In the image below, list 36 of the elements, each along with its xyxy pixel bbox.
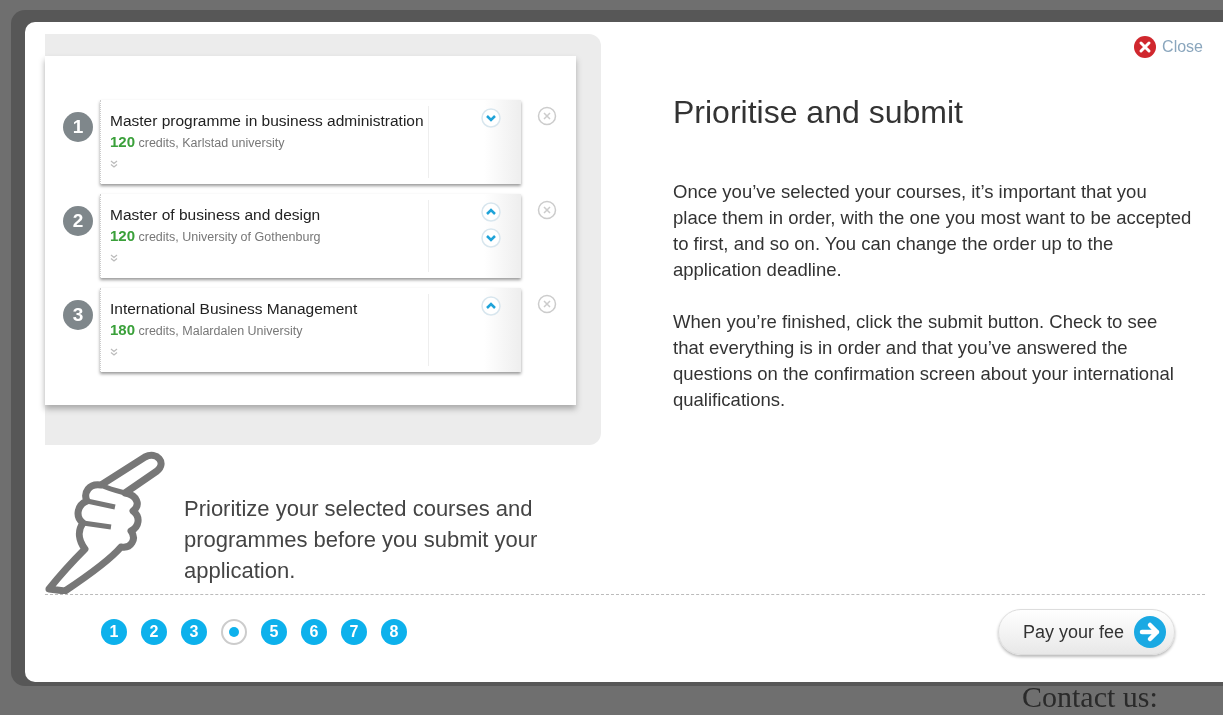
- course-credits: 120 credits, Karlstad university: [110, 133, 286, 150]
- current-page-indicator[interactable]: [221, 619, 247, 645]
- rank-badge: 3: [63, 300, 93, 330]
- page-button[interactable]: 6: [301, 619, 327, 645]
- arrow-right-icon: [1134, 616, 1166, 648]
- move-up-icon[interactable]: [481, 202, 501, 222]
- remove-icon[interactable]: [537, 200, 557, 220]
- course-title: Master of business and design: [110, 206, 322, 224]
- remove-icon[interactable]: [537, 106, 557, 126]
- body-paragraph: When you’re finished, click the submit button. Check to see that everything is in order and that you’ve answered the questions on the confirmation screen about your international qualifications.: [673, 310, 1175, 412]
- course-credits: 180 credits, Malardalen University: [110, 321, 304, 338]
- course-title: International Business Management: [110, 300, 359, 318]
- page-button[interactable]: 2: [141, 619, 167, 645]
- illustration-caption: Prioritize your selected courses and programmes before you submit your application.: [183, 495, 539, 585]
- expand-icon: [110, 254, 118, 262]
- pay-fee-button[interactable]: Pay your fee: [997, 609, 1175, 655]
- move-down-icon[interactable]: [481, 108, 501, 128]
- close-icon: [1134, 36, 1157, 58]
- body-paragraph: Once you’ve selected your courses, it’s important that you place them in order, with the one you most want to be accepted to first, and so on. You can change the order up to the application deadline.: [673, 180, 1193, 282]
- close-button[interactable]: Close: [1134, 36, 1203, 58]
- dialog-title: Prioritise and submit: [673, 94, 964, 131]
- course-title: Master programme in business administration: [110, 112, 425, 130]
- expand-icon: [110, 160, 118, 168]
- course-credits: 120 credits, University of Gothenburg: [110, 227, 322, 244]
- expand-icon: [110, 348, 118, 356]
- page-button[interactable]: 8: [381, 619, 407, 645]
- move-up-icon[interactable]: [481, 296, 501, 316]
- page-button[interactable]: 1: [101, 619, 127, 645]
- page-button[interactable]: 7: [341, 619, 367, 645]
- page-button[interactable]: 5: [261, 619, 287, 645]
- move-down-icon[interactable]: [481, 228, 501, 248]
- rank-badge: 2: [63, 206, 93, 236]
- remove-icon[interactable]: [537, 294, 557, 314]
- rank-badge: 1: [63, 112, 93, 142]
- page-button[interactable]: 3: [181, 619, 207, 645]
- page-heading: Contact us:: [1022, 680, 1158, 714]
